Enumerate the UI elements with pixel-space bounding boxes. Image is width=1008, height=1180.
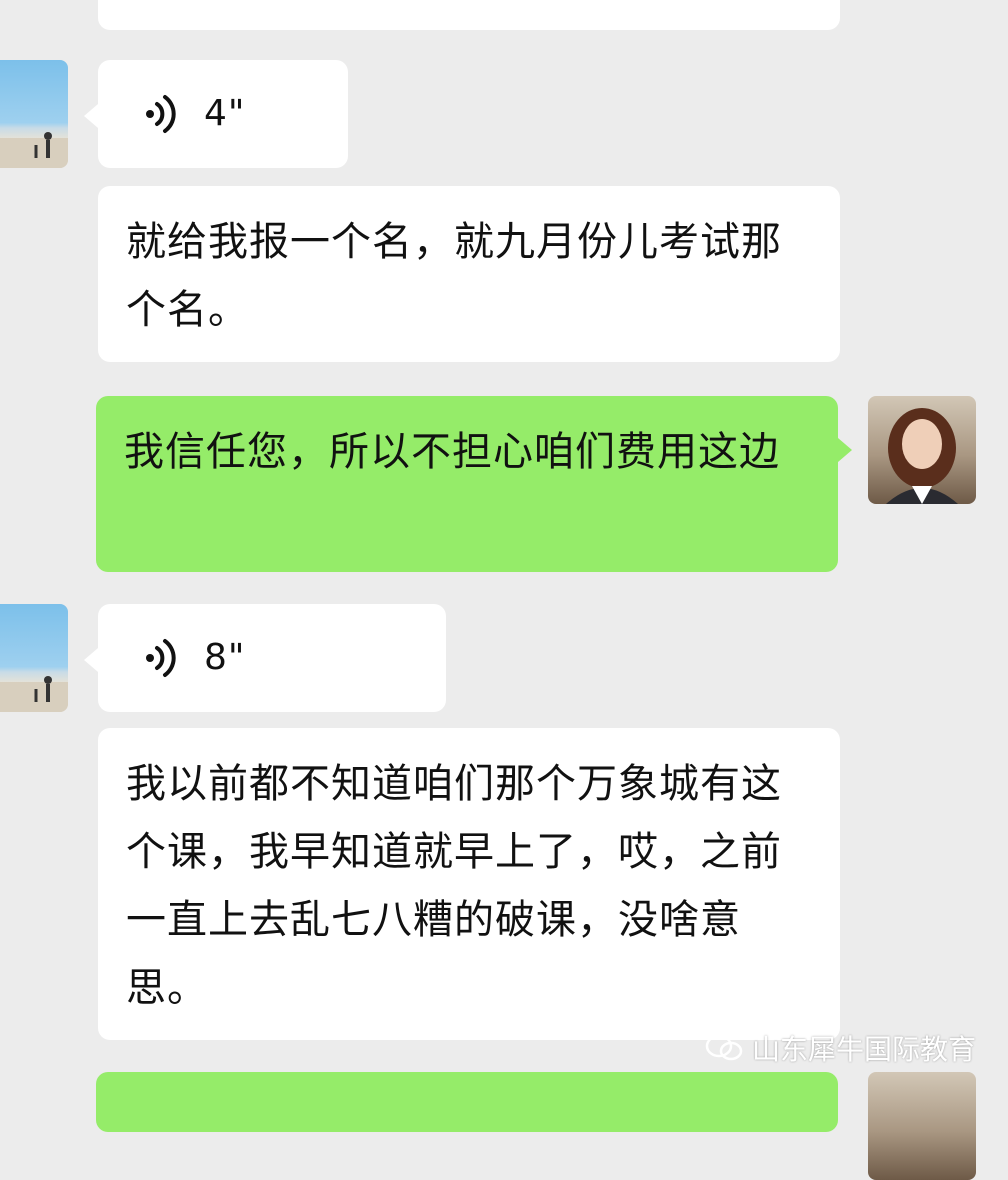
message-text: 我以前都不知道咱们那个万象城有这个课，我早知道就早上了，哎，之前一直上去乱七八糟… (126, 761, 782, 1011)
voice-wave-icon (146, 95, 176, 133)
beach-figures-icon (0, 676, 68, 712)
contact-avatar[interactable] (0, 60, 68, 168)
watermark: 山东犀牛国际教育 (704, 1028, 976, 1068)
self-avatar[interactable] (868, 396, 976, 504)
message-bubble[interactable]: 我以前都不知道咱们那个万象城有这个课，我早知道就早上了，哎，之前一直上去乱七八糟… (98, 728, 840, 1040)
voice-wave-icon (146, 639, 176, 677)
voice-duration: 4" (204, 93, 246, 134)
watermark-text: 山东犀牛国际教育 (751, 1033, 976, 1066)
beach-figures-icon (0, 132, 68, 168)
message-bubble-outgoing-partial[interactable] (96, 1072, 838, 1132)
message-bubble-outgoing[interactable]: 我信任您，所以不担心咱们费用这边 (96, 396, 852, 572)
voice-duration: 8" (204, 637, 246, 678)
wechat-official-account-icon (705, 1034, 743, 1061)
self-avatar[interactable] (868, 1072, 976, 1180)
message-bubble[interactable]: 就给我报一个名，就九月份儿考试那个名。 (98, 186, 840, 362)
message-text: 我信任您，所以不担心咱们费用这边 (124, 429, 780, 475)
contact-avatar[interactable] (0, 604, 68, 712)
voice-message[interactable]: 8" (84, 604, 446, 712)
message-text: 就给我报一个名，就九月份儿考试那个名。 (126, 219, 782, 333)
voice-message[interactable]: 4" (84, 60, 348, 168)
message-bubble-partial-top[interactable] (98, 0, 840, 30)
portrait-icon (886, 408, 958, 504)
